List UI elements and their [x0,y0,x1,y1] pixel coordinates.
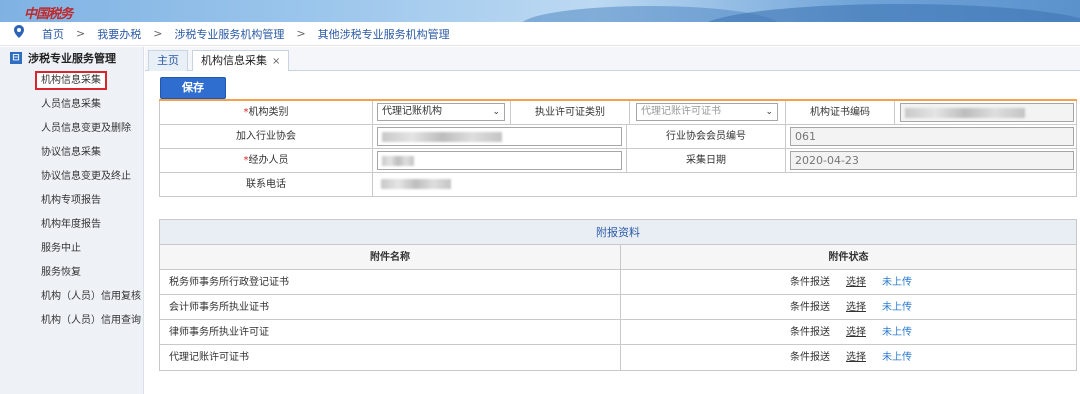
sidebar-item-agreement-change[interactable]: 协议信息变更及终止 [0,165,143,189]
attachment-status-cell: 条件报送 选择 未上传 [621,295,1076,319]
header-banner: 中国税务 [0,0,1080,22]
collect-date-label: 采集日期 [626,149,786,172]
chevron-down-icon: ⌄ [765,107,773,117]
form-row: *机构类别 代理记账机构 ⌄ 执业许可证类别 代理记账许可证书 ⌄ 机构证书编码 [159,101,1077,125]
chevron-down-icon: ⌄ [492,107,500,117]
cert-no-field[interactable] [900,103,1074,122]
sidebar-title: 涉税专业服务管理 [28,52,116,65]
banner-hill-decoration [700,4,1080,22]
condition-text: 条件报送 [790,352,830,363]
sidebar-item-agreement-collect[interactable]: 协议信息采集 [0,141,143,165]
sidebar-item-special-report[interactable]: 机构专项报告 [0,189,143,213]
sidebar-item-staff-info-change[interactable]: 人员信息变更及删除 [0,117,143,141]
org-type-label: *机构类别 [160,101,373,124]
attachments-table: 附报资料 附件名称 附件状态 税务师事务所行政登记证书 条件报送 选择 未上传 … [159,219,1077,371]
sidebar-item-staff-info-collect[interactable]: 人员信息采集 [0,93,143,117]
assoc-label: 加入行业协会 [160,125,373,148]
sidebar-item-annual-report[interactable]: 机构年度报告 [0,213,143,237]
attachment-name: 税务师事务所行政登记证书 [160,270,621,294]
member-no-label: 行业协会会员编号 [626,125,786,148]
choose-file-link[interactable]: 选择 [846,345,866,370]
sidebar: ⊟ 涉税专业服务管理 机构信息采集 人员信息采集 人员信息变更及删除 协议信息采… [0,47,144,394]
breadcrumb-home[interactable]: 首页 [42,26,64,42]
handler-label: *经办人员 [160,149,373,172]
location-pin-icon [14,25,30,42]
menu-collapse-icon[interactable]: ⊟ [10,52,22,64]
attachments-title: 附报资料 [160,220,1076,245]
tab-org-info-collect[interactable]: 机构信息采集 × [192,50,290,71]
license-type-select[interactable]: 代理记账许可证书 ⌄ [636,103,778,121]
save-button[interactable]: 保存 [160,77,226,99]
form-row: *经办人员 采集日期 2020-04-23 [159,149,1077,173]
license-type-label: 执业许可证类别 [510,101,630,124]
assoc-field[interactable] [377,127,622,146]
condition-text: 条件报送 [790,327,830,338]
collect-date-field[interactable]: 2020-04-23 [790,151,1074,170]
upload-status: 未上传 [882,277,912,288]
col-attachment-status: 附件状态 [828,252,869,263]
org-type-select[interactable]: 代理记账机构 ⌄ [377,103,505,121]
choose-file-link[interactable]: 选择 [846,320,866,345]
upload-status: 未上传 [882,327,912,338]
attachment-name: 代理记账许可证书 [160,345,621,370]
breadcrumb-separator: > [76,27,86,40]
breadcrumb-agency-management[interactable]: 涉税专业服务机构管理 [174,26,284,42]
breadcrumb-separator: > [296,27,306,40]
attachment-status-cell: 条件报送 选择 未上传 [621,320,1076,344]
table-row: 代理记账许可证书 条件报送 选择 未上传 [160,345,1076,370]
sidebar-item-org-info-collect[interactable]: 机构信息采集 [0,69,143,93]
table-row: 会计师事务所执业证书 条件报送 选择 未上传 [160,295,1076,320]
breadcrumb: 首页 > 我要办税 > 涉税专业服务机构管理 > 其他涉税专业服务机构管理 [0,22,1080,46]
tab-close-icon[interactable]: × [272,56,280,67]
form-row: 联系电话 [159,173,1077,197]
phone-label: 联系电话 [160,173,373,196]
form-row: 加入行业协会 行业协会会员编号 061 [159,125,1077,149]
member-no-field[interactable]: 061 [790,127,1074,146]
breadcrumb-tax-service[interactable]: 我要办税 [97,26,141,42]
choose-file-link[interactable]: 选择 [846,270,866,295]
attachment-name: 律师事务所执业许可证 [160,320,621,344]
org-info-form: *机构类别 代理记账机构 ⌄ 执业许可证类别 代理记账许可证书 ⌄ 机构证书编码 加… [159,99,1077,197]
condition-text: 条件报送 [790,277,830,288]
table-row: 税务师事务所行政登记证书 条件报送 选择 未上传 [160,270,1076,295]
sidebar-header[interactable]: ⊟ 涉税专业服务管理 [0,47,143,69]
condition-text: 条件报送 [790,302,830,313]
col-attachment-name: 附件名称 [160,245,621,269]
upload-status: 未上传 [882,352,912,363]
choose-file-link[interactable]: 选择 [846,295,866,320]
tab-bar: 主页 机构信息采集 × [145,47,1080,71]
sidebar-item-credit-query[interactable]: 机构（人员）信用查询 [0,309,143,333]
sidebar-item-credit-review[interactable]: 机构（人员）信用复核 [0,285,143,309]
upload-status: 未上传 [882,302,912,313]
breadcrumb-other-agency-management[interactable]: 其他涉税专业服务机构管理 [318,26,450,42]
attachment-status-cell: 条件报送 选择 未上传 [621,270,1076,294]
tab-home[interactable]: 主页 [148,50,188,71]
sidebar-item-service-suspend[interactable]: 服务中止 [0,237,143,261]
handler-field[interactable] [377,151,622,170]
table-row: 律师事务所执业许可证 条件报送 选择 未上传 [160,320,1076,345]
breadcrumb-separator: > [153,27,163,40]
attachment-status-cell: 条件报送 选择 未上传 [621,345,1076,370]
attachments-header: 附件名称 附件状态 [160,245,1076,270]
attachment-name: 会计师事务所执业证书 [160,295,621,319]
sidebar-item-service-resume[interactable]: 服务恢复 [0,261,143,285]
tax-logo: 中国税务 [24,7,73,22]
cert-no-label: 机构证书编码 [785,101,895,124]
phone-field[interactable] [377,175,1074,194]
